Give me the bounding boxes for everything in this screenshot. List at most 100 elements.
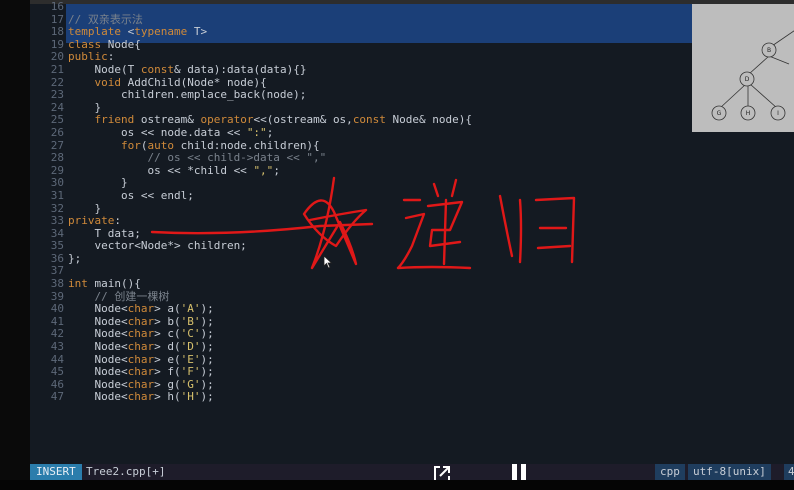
code-token: main(){: [87, 277, 141, 291]
code-token: > e(: [154, 352, 181, 366]
line-number: 23: [50, 88, 64, 102]
code-token: Node<: [68, 390, 128, 404]
code-token: Node{: [101, 37, 141, 51]
vim-statusline: INSERT Tree2.cpp[+] cpp utf-8[unix] 4: [30, 464, 794, 480]
code-token: }: [68, 201, 102, 215]
code-token: Node<: [68, 377, 128, 391]
code-token: char: [127, 377, 155, 391]
tree-diagram: A B D E G H I: [711, 30, 794, 121]
line-number: 31: [50, 188, 64, 202]
code-token: os << endl;: [68, 188, 194, 202]
cursor-position: 4: [784, 464, 794, 480]
code-token: char: [127, 314, 155, 328]
code-token: );: [200, 327, 214, 341]
line-number: 47: [50, 390, 64, 404]
file-encoding: utf-8[unix]: [688, 464, 771, 480]
code-token: const: [140, 62, 174, 76]
code-token: ",": [253, 163, 274, 177]
code-line[interactable]: 23 children.emplace_back(node);: [30, 88, 794, 102]
code-token: T data;: [68, 226, 141, 240]
code-token: for: [120, 138, 141, 152]
code-token: <: [120, 25, 135, 39]
code-token: template: [68, 25, 121, 39]
code-token: & data):data(data){}: [173, 62, 307, 76]
code-token: typename: [134, 25, 188, 39]
code-token: );: [200, 314, 214, 328]
code-token: 'G': [180, 377, 201, 391]
line-number: 33: [50, 214, 64, 228]
code-token: vector<Node*> children;: [68, 239, 247, 253]
code-token: Node<: [68, 352, 128, 366]
code-line[interactable]: 32 }: [30, 201, 794, 216]
code-token: Node& node){: [385, 113, 473, 127]
code-token: char: [127, 340, 155, 354]
code-token: Node<: [68, 302, 128, 316]
code-token: ;: [266, 125, 274, 139]
code-token: :: [107, 50, 115, 64]
line-number: 38: [50, 277, 64, 291]
code-token: 'A': [180, 302, 201, 316]
code-token: > b(: [154, 314, 181, 328]
tree-node-label: G: [717, 110, 722, 117]
code-line[interactable]: 19 class Node{: [30, 37, 794, 52]
file-type: cpp: [655, 464, 685, 480]
code-token: }: [68, 176, 128, 190]
line-number: 43: [50, 340, 64, 354]
code-token: public: [68, 50, 108, 64]
code-token: operator: [200, 113, 254, 127]
mode-indicator: INSERT: [30, 464, 82, 480]
code-token: auto: [147, 138, 174, 152]
code-token: Node<: [68, 327, 128, 341]
code-token: ":": [246, 125, 267, 139]
code-editor[interactable]: 16 17// 双亲表示法 18 template <typename T> 19 cla…: [30, 0, 794, 464]
code-token: Node(T: [68, 62, 141, 76]
code-token: const: [352, 113, 386, 127]
code-line[interactable]: 35 vector<Node*> children;: [30, 239, 794, 253]
code-token: );: [200, 340, 214, 354]
tree-diagram-image: A B D E G H I: [692, 4, 794, 132]
code-token: );: [200, 352, 214, 366]
code-token: AddChild(Node* node){: [121, 75, 267, 89]
code-token: );: [200, 390, 214, 404]
code-token: > c(: [154, 327, 181, 341]
code-token: ostream&: [134, 113, 201, 127]
code-line[interactable]: 37: [30, 265, 794, 278]
code-token: }: [68, 100, 102, 114]
code-token: ;: [273, 163, 280, 177]
code-token: os << node.data <<: [68, 125, 247, 139]
code-token: > h(: [154, 390, 181, 404]
code-token: char: [127, 352, 155, 366]
code-token: 'D': [180, 340, 201, 354]
code-token: Node<: [68, 314, 128, 328]
tree-node-label: I: [777, 110, 779, 117]
code-line[interactable]: 18 template <typename T>: [30, 25, 794, 39]
line-number: 26: [50, 125, 64, 139]
code-line[interactable]: 16: [30, 0, 794, 14]
code-line[interactable]: 47 Node<char> h('H');: [30, 391, 794, 404]
code-token: Node<: [68, 365, 128, 379]
code-token: child:node.children){: [173, 138, 320, 152]
code-token: char: [127, 390, 155, 404]
code-line[interactable]: 36};: [30, 252, 794, 266]
code-token: 'C': [180, 327, 201, 341]
code-token: 'E': [180, 352, 201, 366]
code-token: );: [200, 365, 214, 379]
code-token: 'F': [180, 365, 201, 379]
code-line[interactable]: 29 os << *child << ",";: [30, 163, 794, 178]
code-line[interactable]: 33 private:: [30, 214, 794, 228]
line-number: 40: [50, 302, 64, 316]
video-frame: 16 17// 双亲表示法 18 template <typename T> 19 cla…: [0, 0, 794, 490]
code-token: > d(: [154, 340, 181, 354]
line-number: 35: [50, 239, 64, 253]
code-token: // os << child->data << ",": [68, 151, 327, 165]
code-token: children.emplace_back(node);: [68, 88, 307, 102]
code-lines[interactable]: 16 17// 双亲表示法 18 template <typename T> 19 cla…: [30, 0, 794, 404]
tree-node-label: D: [745, 76, 750, 83]
code-token: os << *child <<: [68, 163, 254, 177]
line-number: 45: [50, 365, 64, 379]
code-line[interactable]: 31 os << endl;: [30, 188, 794, 203]
code-token: char: [127, 302, 155, 316]
code-token: T>: [187, 25, 208, 39]
code-token: <<(ostream& os,: [253, 113, 353, 127]
